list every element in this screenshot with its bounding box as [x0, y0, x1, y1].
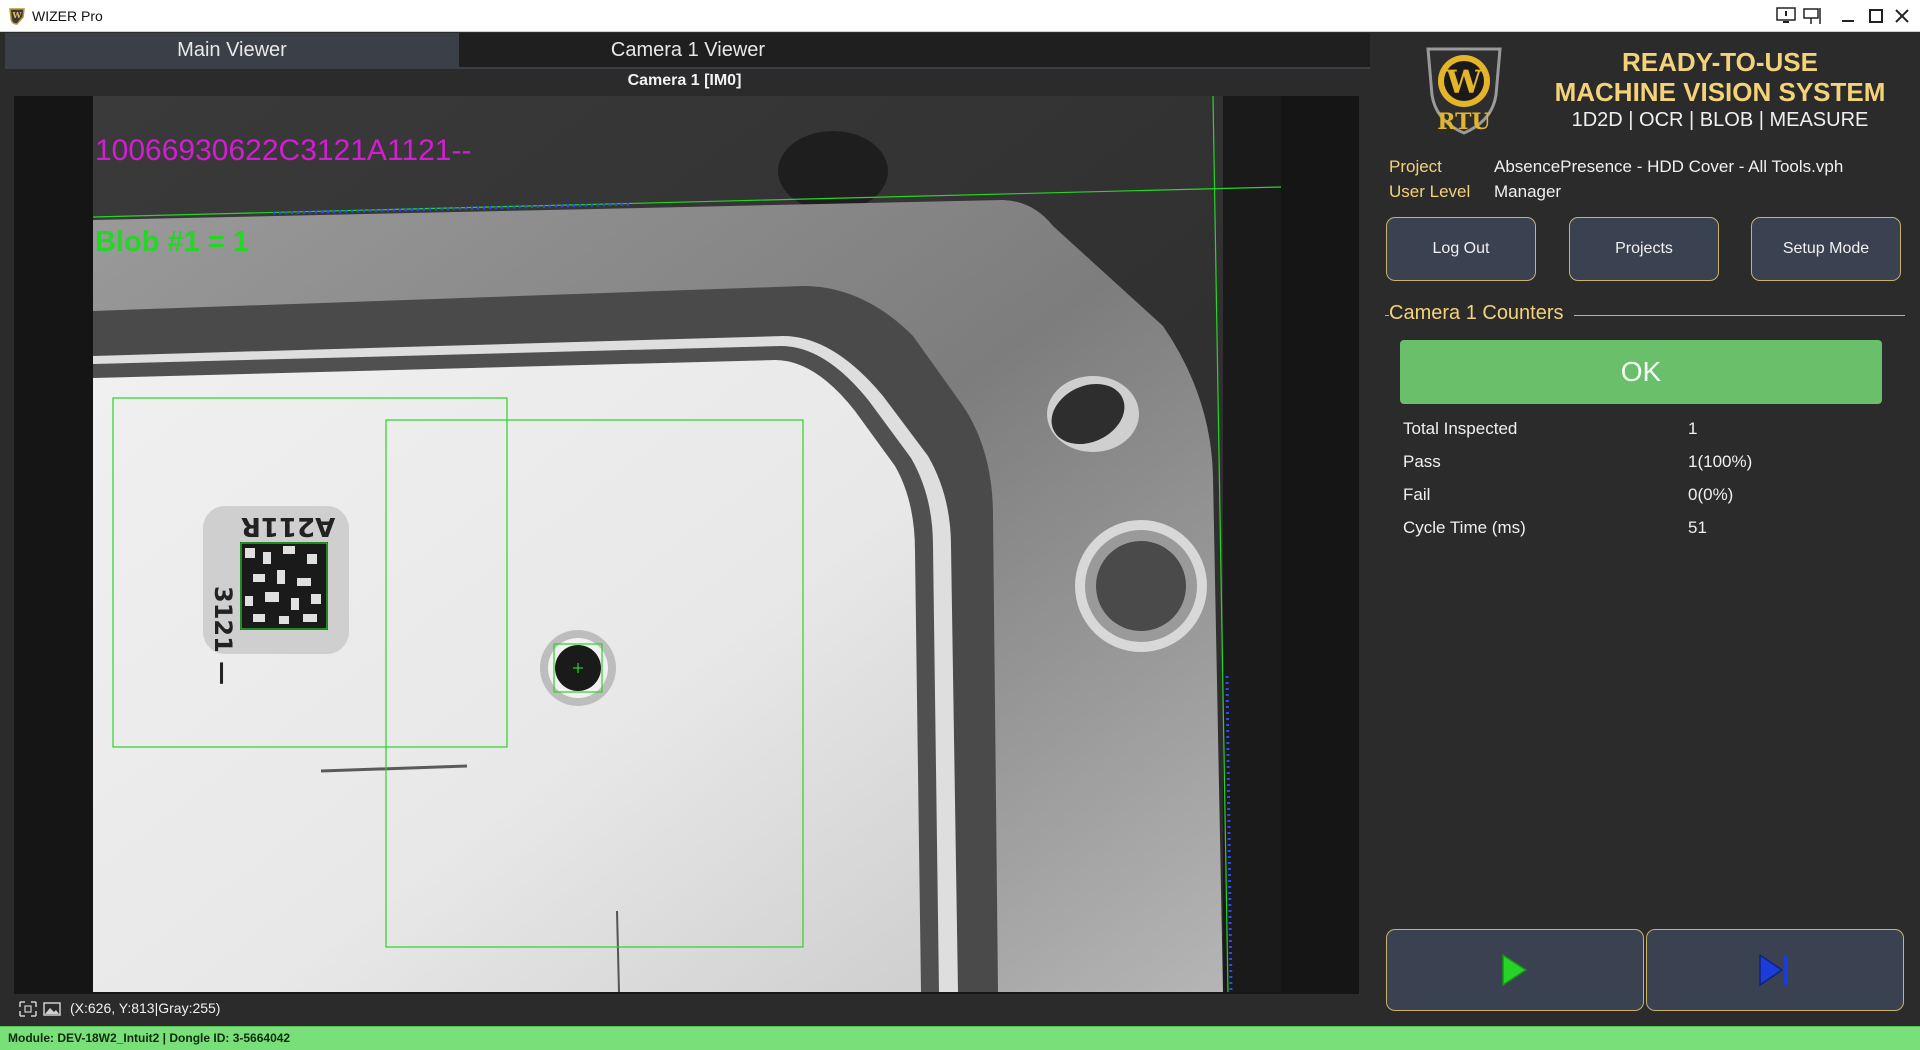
inspection-image: A211R 3121 — [93, 96, 1281, 992]
tab-main-viewer[interactable]: Main Viewer [5, 33, 459, 67]
svg-text:W: W [1445, 63, 1483, 101]
window-title: WIZER Pro [32, 8, 103, 24]
camera-image[interactable]: A211R 3121 — 10066930622C3121A1121-- Blo… [93, 96, 1281, 992]
svg-text:W: W [12, 10, 23, 20]
close-button[interactable] [1890, 4, 1914, 28]
counter-label-pass: Pass [1403, 452, 1441, 471]
maximize-button[interactable] [1864, 4, 1888, 28]
image-icon[interactable] [42, 1000, 62, 1018]
user-level-label: User Level [1389, 182, 1471, 201]
minimize-button[interactable] [1836, 4, 1860, 28]
counters-section-title: Camera 1 Counters [1389, 302, 1574, 325]
ocr-result-text: 10066930622C3121A1121-- [95, 134, 472, 167]
svg-text:RTU: RTU [1437, 109, 1490, 135]
run-button[interactable] [1386, 929, 1644, 1011]
viewer-title: Camera 1 [IM0] [627, 72, 742, 89]
step-forward-icon [1759, 953, 1788, 987]
viewer-tabs: Main Viewer Camera 1 Viewer [5, 33, 1370, 69]
tab-camera-1-viewer[interactable]: Camera 1 Viewer [461, 33, 915, 67]
user-level-value: Manager [1494, 182, 1562, 201]
right-panel: W RTU READY-TO-USE MACHINE VISION SYSTEM… [1372, 33, 1920, 1026]
blob-result-text: Blob #1 = 1 [95, 226, 249, 258]
setup-mode-button[interactable]: Setup Mode [1751, 217, 1901, 281]
wizer-app-icon: W [9, 8, 25, 25]
project-value: AbsencePresence - HDD Cover - All Tools.… [1494, 157, 1844, 176]
play-icon [1502, 953, 1528, 987]
presentation-icon[interactable] [1800, 4, 1824, 28]
tools-list: 1D2D | OCR | BLOB | MEASURE [1571, 109, 1869, 131]
maximize-icon [1869, 9, 1883, 23]
module-status-bar: Module: DEV-18W2_Intuit2 | Dongle ID: 3-… [0, 1026, 1920, 1050]
rtu-logo: W RTU [1426, 47, 1502, 135]
svg-text:A211R: A211R [241, 511, 335, 541]
headline-line-1: READY-TO-USE [1622, 47, 1818, 77]
log-out-button[interactable]: Log Out [1386, 217, 1536, 281]
counter-value-fail: 0(0%) [1688, 485, 1734, 504]
svg-text:3121 —: 3121 — [209, 586, 237, 685]
single-step-button[interactable] [1646, 929, 1904, 1011]
camera-viewer[interactable]: A211R 3121 — 10066930622C3121A1121-- Blo… [14, 96, 1359, 994]
cursor-coordinates: (X:626, Y:813|Gray:255) [70, 1000, 221, 1016]
counter-label-cycle-time: Cycle Time (ms) [1403, 518, 1526, 537]
inspection-status-banner: OK [1400, 340, 1882, 404]
fit-to-window-icon[interactable] [18, 1000, 38, 1018]
minimize-icon [1842, 20, 1854, 22]
viewer-status-bar: (X:626, Y:813|Gray:255) [12, 996, 1357, 1022]
title-bar: W WIZER Pro [0, 0, 1920, 32]
project-label: Project [1389, 157, 1442, 176]
projects-button[interactable]: Projects [1569, 217, 1719, 281]
counter-label-fail: Fail [1403, 485, 1431, 504]
module-info-text: Module: DEV-18W2_Intuit2 | Dongle ID: 3-… [8, 1031, 291, 1045]
counter-value-cycle-time: 51 [1688, 518, 1707, 537]
headline-line-2: MACHINE VISION SYSTEM [1554, 77, 1886, 107]
counter-label-total: Total Inspected [1403, 419, 1518, 438]
close-icon [1895, 9, 1909, 23]
monitor-icon[interactable] [1774, 4, 1798, 28]
counter-value-total: 1 [1688, 419, 1698, 438]
counter-value-pass: 1(100%) [1688, 452, 1753, 471]
